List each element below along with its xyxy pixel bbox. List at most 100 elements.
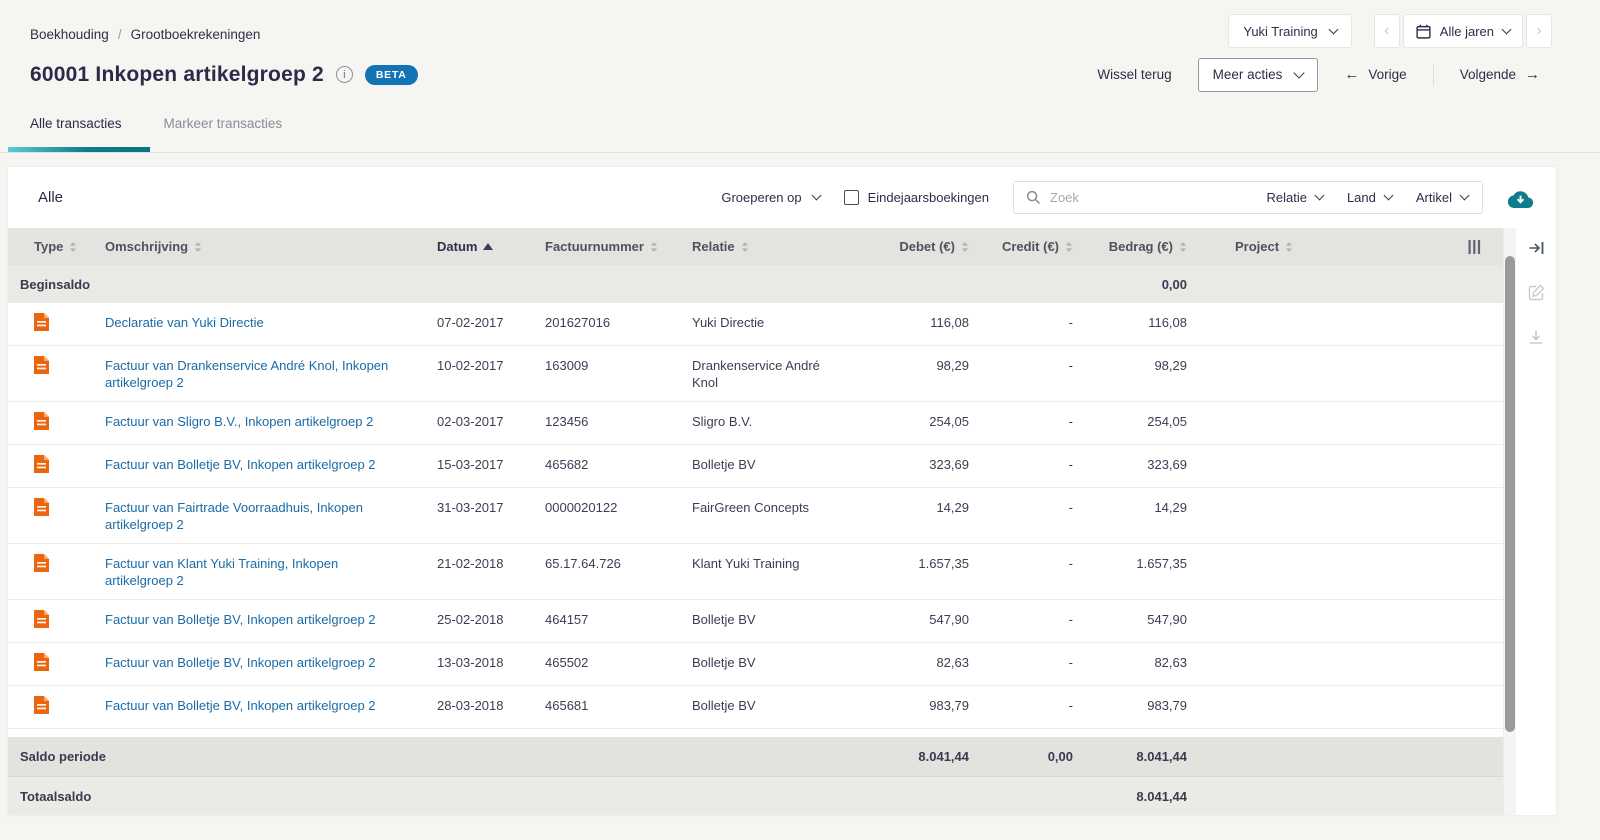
- scrollbar-thumb[interactable]: [1505, 256, 1515, 732]
- download-icon[interactable]: [1528, 329, 1544, 345]
- header-row: 60001 Inkopen artikelgroep 2 i BETA Wiss…: [0, 48, 1600, 95]
- type-cell: [8, 455, 83, 477]
- transaction-link[interactable]: Factuur van Drankenservice André Knol, I…: [105, 357, 401, 391]
- beta-badge: BETA: [365, 65, 418, 85]
- year-filter-group: ‹ Alle jaren ›: [1374, 14, 1552, 48]
- bedrag-cell: 98,29: [1073, 357, 1187, 374]
- credit-cell: -: [969, 413, 1073, 430]
- column-header-project[interactable]: Project: [1187, 239, 1345, 254]
- column-header-omschrijving[interactable]: Omschrijving: [83, 239, 413, 254]
- vertical-divider: [1433, 64, 1434, 86]
- transactions-card: Alle Groeperen op Eindejaarsboekingen: [8, 167, 1556, 815]
- search-box: Relatie Land Artikel: [1013, 181, 1483, 214]
- year-filter-dropdown[interactable]: Alle jaren: [1403, 14, 1523, 48]
- datum-cell: 21-02-2018: [413, 555, 519, 572]
- datum-cell: 15-03-2017: [413, 456, 519, 473]
- info-icon[interactable]: i: [336, 66, 353, 83]
- type-cell: [8, 313, 83, 335]
- volgende-button[interactable]: Volgende →: [1460, 67, 1540, 82]
- transaction-link[interactable]: Factuur van Bolletje BV, Inkopen artikel…: [105, 611, 376, 628]
- transaction-link[interactable]: Factuur van Fairtrade Voorraadhuis, Inko…: [105, 499, 401, 533]
- transaction-link[interactable]: Factuur van Sligro B.V., Inkopen artikel…: [105, 413, 373, 430]
- debet-cell: 14,29: [849, 499, 969, 516]
- bedrag-cell: 116,08: [1073, 314, 1187, 331]
- factuurnummer-cell: 163009: [519, 357, 669, 374]
- wissel-terug-button[interactable]: Wissel terug: [1097, 67, 1171, 82]
- sort-icon: [69, 241, 77, 253]
- bedrag-cell: 547,90: [1073, 611, 1187, 628]
- chevron-down-icon: [1383, 191, 1393, 201]
- breadcrumb: Boekhouding / Grootboekrekeningen: [30, 27, 260, 48]
- chevron-down-icon: [1294, 67, 1305, 78]
- table-row: Factuur van Sligro B.V., Inkopen artikel…: [8, 402, 1503, 445]
- column-header-debet[interactable]: Debet (€): [849, 239, 969, 254]
- column-header-credit[interactable]: Credit (€): [969, 239, 1073, 254]
- chevron-down-icon: [1328, 24, 1338, 34]
- relatie-cell: FairGreen Concepts: [669, 499, 849, 516]
- type-cell: [8, 498, 83, 520]
- side-icon-strip: [1516, 228, 1556, 815]
- meer-acties-button[interactable]: Meer acties: [1198, 58, 1319, 92]
- transaction-link[interactable]: Declaratie van Yuki Directie: [105, 314, 264, 331]
- sort-icon: [961, 241, 969, 253]
- eindejaarsboekingen-toggle[interactable]: Eindejaarsboekingen: [844, 190, 989, 205]
- credit-cell: -: [969, 499, 1073, 516]
- next-year-button[interactable]: ›: [1526, 14, 1552, 48]
- type-cell: [8, 610, 83, 632]
- previous-year-button[interactable]: ‹: [1374, 14, 1400, 48]
- column-header-relatie[interactable]: Relatie: [669, 239, 849, 254]
- saldo-periode-bedrag: 8.041,44: [1073, 749, 1187, 764]
- table-row: Factuur van Bolletje BV, Inkopen artikel…: [8, 643, 1503, 686]
- collapse-panel-icon[interactable]: [1528, 240, 1545, 256]
- column-settings-icon[interactable]: [1449, 240, 1503, 254]
- relatie-filter-dropdown[interactable]: Relatie: [1266, 190, 1322, 205]
- eindejaarsboekingen-checkbox[interactable]: [844, 190, 859, 205]
- filter-label: Alle: [38, 189, 63, 206]
- vertical-scrollbar[interactable]: [1503, 228, 1516, 815]
- debet-cell: 983,79: [849, 697, 969, 714]
- datum-cell: 28-03-2018: [413, 697, 519, 714]
- type-cell: [8, 412, 83, 434]
- saldo-periode-row: Saldo periode 8.041,44 0,00 8.041,44: [8, 737, 1503, 776]
- document-icon: [34, 461, 49, 476]
- artikel-filter-dropdown[interactable]: Artikel: [1416, 190, 1468, 205]
- debet-cell: 116,08: [849, 314, 969, 331]
- vorige-button[interactable]: ← Vorige: [1344, 67, 1406, 82]
- transaction-link[interactable]: Factuur van Bolletje BV, Inkopen artikel…: [105, 654, 376, 671]
- search-input[interactable]: [1050, 190, 1257, 205]
- column-header-factuurnummer[interactable]: Factuurnummer: [519, 239, 669, 254]
- transactions-table: Type Omschrijving Datum Factuurnummer: [8, 228, 1503, 815]
- credit-cell: -: [969, 555, 1073, 572]
- breadcrumb-boekhouding[interactable]: Boekhouding: [30, 27, 109, 42]
- sort-icon: [741, 241, 749, 253]
- arrow-right-icon: →: [1525, 67, 1540, 82]
- column-header-type[interactable]: Type: [8, 239, 83, 254]
- factuurnummer-cell: 0000020122: [519, 499, 669, 516]
- table-header: Type Omschrijving Datum Factuurnummer: [8, 228, 1503, 265]
- chevron-down-icon: [1502, 24, 1512, 34]
- totaalsaldo-label: Totaalsaldo: [8, 789, 849, 804]
- tab-markeer-transacties[interactable]: Markeer transacties: [164, 116, 283, 131]
- column-header-bedrag[interactable]: Bedrag (€): [1073, 239, 1187, 254]
- column-header-datum[interactable]: Datum: [413, 239, 519, 254]
- credit-cell: -: [969, 314, 1073, 331]
- table-content: Type Omschrijving Datum Factuurnummer: [8, 228, 1556, 815]
- edit-icon[interactable]: [1528, 284, 1545, 301]
- document-icon: [34, 560, 49, 575]
- credit-cell: -: [969, 357, 1073, 374]
- cloud-download-icon[interactable]: [1507, 187, 1534, 208]
- debet-cell: 547,90: [849, 611, 969, 628]
- datum-cell: 13-03-2018: [413, 654, 519, 671]
- land-filter-dropdown[interactable]: Land: [1347, 190, 1392, 205]
- breadcrumb-grootboekrekeningen[interactable]: Grootboekrekeningen: [131, 27, 261, 42]
- transaction-link[interactable]: Factuur van Bolletje BV, Inkopen artikel…: [105, 697, 376, 714]
- table-row: Factuur van Bolletje BV, Inkopen artikel…: [8, 686, 1503, 729]
- tab-alle-transacties[interactable]: Alle transacties: [30, 116, 122, 131]
- transaction-link[interactable]: Factuur van Bolletje BV, Inkopen artikel…: [105, 456, 376, 473]
- relatie-cell: Drankenservice André Knol: [669, 357, 849, 391]
- administration-dropdown[interactable]: Yuki Training: [1228, 14, 1351, 48]
- groeperen-op-dropdown[interactable]: Groeperen op: [721, 190, 819, 205]
- transaction-link[interactable]: Factuur van Klant Yuki Training, Inkopen…: [105, 555, 401, 589]
- bedrag-cell: 82,63: [1073, 654, 1187, 671]
- relatie-cell: Klant Yuki Training: [669, 555, 849, 572]
